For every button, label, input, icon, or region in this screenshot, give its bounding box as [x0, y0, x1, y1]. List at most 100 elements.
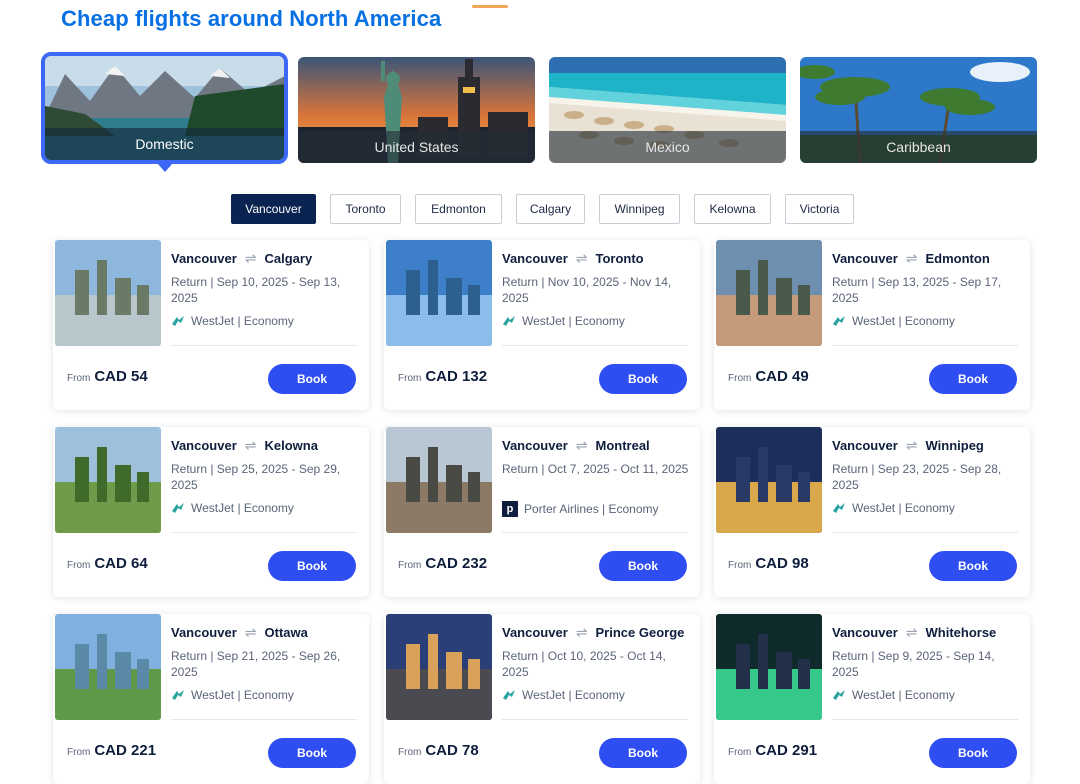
book-button[interactable]: Book [929, 551, 1017, 581]
deal-card[interactable]: Vancouver ⇌ Edmonton Return | Sep 13, 20… [714, 240, 1030, 410]
deal-card[interactable]: Vancouver ⇌ Whitehorse Return | Sep 9, 2… [714, 614, 1030, 784]
westjet-icon [832, 689, 846, 701]
trip-dates: Return | Sep 10, 2025 - Sep 13, 2025 [171, 275, 341, 305]
page-title: Cheap flights around North America [61, 6, 442, 31]
destination-city: Winnipeg [925, 438, 984, 453]
trip-dates: Return | Sep 21, 2025 - Sep 26, 2025 [171, 649, 341, 679]
price-from-label: From [398, 747, 422, 758]
book-button[interactable]: Book [929, 364, 1017, 394]
book-button[interactable]: Book [599, 551, 687, 581]
origin-city: Vancouver [171, 438, 237, 453]
origin-city: Vancouver [832, 251, 898, 266]
price: From CAD 232 [398, 555, 487, 572]
airline-label: WestJet | Economy [852, 314, 955, 328]
price: From CAD 78 [398, 742, 479, 759]
destination-image [386, 427, 492, 533]
price-amount: CAD 291 [755, 742, 818, 759]
porter-airlines-icon: p [502, 501, 518, 517]
deal-card[interactable]: Vancouver ⇌ Calgary Return | Sep 10, 202… [53, 240, 369, 410]
price: From CAD 49 [728, 368, 809, 385]
route: Vancouver ⇌ Toronto [502, 250, 644, 267]
book-button[interactable]: Book [929, 738, 1017, 768]
price-amount: CAD 49 [755, 368, 809, 385]
city-chip-calgary[interactable]: Calgary [516, 194, 585, 224]
round-trip-arrows-icon: ⇌ [244, 437, 257, 453]
airline-label: WestJet | Economy [852, 501, 955, 515]
destination-image [716, 240, 822, 346]
airline-info: WestJet | Economy [171, 501, 294, 515]
destination-image [386, 240, 492, 346]
book-button[interactable]: Book [268, 738, 356, 768]
round-trip-arrows-icon: ⇌ [905, 250, 918, 266]
origin-city: Vancouver [502, 251, 568, 266]
westjet-icon [171, 689, 185, 701]
destination-city: Ottawa [264, 625, 308, 640]
airline-info: WestJet | Economy [171, 688, 294, 702]
round-trip-arrows-icon: ⇌ [575, 624, 588, 640]
origin-city: Vancouver [832, 625, 898, 640]
book-button[interactable]: Book [268, 551, 356, 581]
divider [832, 532, 1018, 533]
route: Vancouver ⇌ Kelowna [171, 437, 318, 454]
region-tile-caribbean[interactable]: Caribbean [800, 57, 1037, 163]
divider [832, 719, 1018, 720]
destination-image [55, 427, 161, 533]
region-label: Domestic [45, 128, 284, 160]
destination-city: Kelowna [264, 438, 318, 453]
price: From CAD 291 [728, 742, 817, 759]
airline-label: WestJet | Economy [522, 314, 625, 328]
deal-card[interactable]: Vancouver ⇌ Montreal Return | Oct 7, 202… [384, 427, 700, 597]
route: Vancouver ⇌ Prince George [502, 624, 684, 641]
city-chip-toronto[interactable]: Toronto [330, 194, 401, 224]
destination-city: Whitehorse [925, 625, 997, 640]
divider [502, 719, 688, 720]
city-chip-victoria[interactable]: Victoria [785, 194, 854, 224]
westjet-icon [171, 315, 185, 327]
deal-card[interactable]: Vancouver ⇌ Ottawa Return | Sep 21, 2025… [53, 614, 369, 784]
airline-info: WestJet | Economy [832, 314, 955, 328]
trip-dates: Return | Nov 10, 2025 - Nov 14, 2025 [502, 275, 672, 305]
book-button[interactable]: Book [268, 364, 356, 394]
deal-card[interactable]: Vancouver ⇌ Prince George Return | Oct 1… [384, 614, 700, 784]
divider [502, 532, 688, 533]
price-from-label: From [728, 560, 752, 571]
region-label: Caribbean [800, 131, 1037, 163]
region-tile-united-states[interactable]: United States [298, 57, 535, 163]
route: Vancouver ⇌ Winnipeg [832, 437, 984, 454]
deal-card[interactable]: Vancouver ⇌ Winnipeg Return | Sep 23, 20… [714, 427, 1030, 597]
destination-image [55, 614, 161, 720]
book-button[interactable]: Book [599, 738, 687, 768]
destination-image [386, 614, 492, 720]
destination-city: Prince George [595, 625, 685, 640]
region-tile-mexico[interactable]: Mexico [549, 57, 786, 163]
book-button[interactable]: Book [599, 364, 687, 394]
deal-card[interactable]: Vancouver ⇌ Kelowna Return | Sep 25, 202… [53, 427, 369, 597]
airline-info: WestJet | Economy [502, 314, 625, 328]
westjet-icon [171, 502, 185, 514]
divider [502, 345, 688, 346]
deal-card[interactable]: Vancouver ⇌ Toronto Return | Nov 10, 202… [384, 240, 700, 410]
airline-info: WestJet | Economy [832, 501, 955, 515]
price-from-label: From [398, 373, 422, 384]
round-trip-arrows-icon: ⇌ [575, 250, 588, 266]
price-amount: CAD 64 [94, 555, 148, 572]
price: From CAD 98 [728, 555, 809, 572]
round-trip-arrows-icon: ⇌ [905, 624, 918, 640]
city-chip-kelowna[interactable]: Kelowna [694, 194, 771, 224]
city-chip-edmonton[interactable]: Edmonton [415, 194, 502, 224]
region-label: United States [298, 131, 535, 163]
divider [171, 345, 357, 346]
price-from-label: From [728, 747, 752, 758]
airline-info: WestJet | Economy [832, 688, 955, 702]
price-amount: CAD 98 [755, 555, 809, 572]
trip-dates: Return | Sep 23, 2025 - Sep 28, 2025 [832, 462, 1002, 492]
route: Vancouver ⇌ Ottawa [171, 624, 308, 641]
city-chip-vancouver[interactable]: Vancouver [231, 194, 316, 224]
region-tile-domestic[interactable]: Domestic [41, 52, 288, 164]
city-chip-winnipeg[interactable]: Winnipeg [599, 194, 680, 224]
round-trip-arrows-icon: ⇌ [244, 250, 257, 266]
origin-city: Vancouver [171, 625, 237, 640]
divider [832, 345, 1018, 346]
price: From CAD 54 [67, 368, 148, 385]
origin-city: Vancouver [502, 438, 568, 453]
